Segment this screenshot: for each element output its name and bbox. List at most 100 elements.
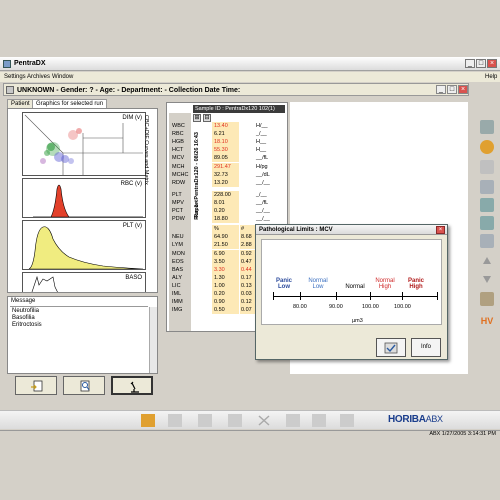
export-icon[interactable]: [141, 414, 155, 427]
axis-tick: [437, 292, 438, 300]
result-row[interactable]: PDW 18.80 __/__: [170, 215, 284, 224]
result-name: HGB: [172, 139, 184, 146]
result-row[interactable]: PLT 228.00 _/__: [170, 190, 284, 199]
result-row[interactable]: MCV 89.05 __/fL: [170, 154, 284, 163]
dialog-titlebar: Pathological Limits : MCV ×: [256, 225, 447, 235]
result-value: 3.30: [212, 265, 239, 274]
result-row[interactable]: MCH 291.47 H/pg: [170, 162, 284, 171]
message-item: Neutrofilia: [12, 308, 40, 314]
rbc-plot-label: RBC (v): [120, 181, 142, 187]
print-bottom-icon[interactable]: [228, 414, 242, 427]
child-close-button[interactable]: ×: [458, 85, 468, 94]
zone-label: Normal High: [375, 278, 395, 290]
axis-tick: [370, 292, 371, 300]
expand-button[interactable]: ⊞: [193, 114, 201, 122]
result-row[interactable]: HGB 18.10 H__: [170, 138, 284, 147]
result-value: 89.05: [212, 154, 239, 163]
cut-icon[interactable]: [257, 414, 271, 427]
result-abs-value: 0.13: [240, 281, 255, 290]
maximize-button[interactable]: □: [476, 59, 486, 68]
dialog-title: Pathological Limits : MCV: [259, 227, 333, 233]
print-icon[interactable]: [480, 180, 494, 194]
import-button[interactable]: [15, 376, 57, 395]
result-name: MCHC: [172, 171, 189, 178]
menu-archives[interactable]: Archives: [27, 74, 50, 80]
magnifier-icon: [80, 380, 90, 392]
collapse-button[interactable]: ⊟: [203, 114, 211, 122]
microscope-icon: [130, 381, 139, 393]
result-flag: H__: [256, 147, 267, 154]
baso-histogram: BASO: [22, 272, 146, 292]
result-abs-value: #: [240, 225, 255, 234]
close-button[interactable]: ×: [487, 59, 497, 68]
toolbar-document-icon[interactable]: [480, 120, 494, 134]
axis-tick: [273, 292, 274, 300]
baso-plot-label: BASO: [125, 275, 142, 281]
microscope-button[interactable]: [111, 376, 153, 395]
menu-window[interactable]: Window: [52, 74, 73, 80]
message-label: Message: [11, 298, 36, 304]
accept-icon[interactable]: [340, 414, 354, 427]
result-value: 64.90: [212, 233, 239, 242]
result-name: PLT: [172, 191, 182, 198]
result-name: MCH: [172, 163, 185, 170]
result-flag: H/__: [256, 123, 268, 129]
flask-icon[interactable]: [286, 414, 300, 427]
result-value: 21.50: [212, 241, 239, 250]
result-flag: __/fL: [256, 155, 269, 162]
message-item: Eritroctosis: [12, 322, 42, 328]
zone-panic-low: Panic Low: [274, 278, 294, 290]
scroll-up-icon[interactable]: [480, 254, 494, 268]
minimize-button[interactable]: _: [465, 59, 475, 68]
pathological-limits-dialog: Pathological Limits : MCV × Panic Low No…: [255, 224, 448, 360]
tab-patient[interactable]: Patient: [7, 99, 34, 108]
axis-tick: [402, 292, 403, 300]
result-row[interactable]: MCHC 32.73 __/dL: [170, 170, 284, 179]
columns-icon[interactable]: [480, 216, 494, 230]
result-flag: H/pg: [256, 163, 268, 170]
compare-icon[interactable]: [480, 198, 494, 212]
archive-icon[interactable]: [480, 292, 494, 306]
reject-icon[interactable]: [312, 414, 326, 427]
tab-graphics[interactable]: Graphics for selected run: [32, 99, 108, 108]
dialog-close-button[interactable]: ×: [436, 226, 445, 234]
result-flag: __/__: [256, 208, 270, 214]
edit-icon[interactable]: [480, 160, 494, 174]
help-icon[interactable]: [480, 140, 494, 154]
menu-settings[interactable]: Settings: [4, 74, 26, 80]
dialog-ok-button[interactable]: [376, 338, 406, 357]
result-name: PCT: [172, 208, 183, 214]
result-value: 32.73: [212, 170, 239, 179]
message-scrollbar[interactable]: [149, 307, 157, 373]
scroll-down-icon[interactable]: [480, 272, 494, 286]
result-name: NEU: [172, 234, 184, 241]
result-value: 18.10: [212, 138, 239, 147]
tick-value: 100.00: [362, 304, 379, 310]
dialog-info-button[interactable]: Info: [411, 338, 441, 357]
result-name: ALY: [172, 274, 182, 281]
horiba-abx-logo: HORIBAABX: [388, 414, 443, 425]
result-row[interactable]: HCT 55.30 H__: [170, 146, 284, 155]
curves-side-label: CBC+DIF Curves and Matrix: [143, 115, 149, 185]
child-minimize-button[interactable]: _: [436, 85, 446, 94]
save-icon[interactable]: [198, 414, 212, 427]
result-row[interactable]: WBC 13.40 H/__: [170, 122, 284, 130]
result-row[interactable]: PCT 0.20 __/__: [170, 207, 284, 215]
result-row[interactable]: MPV 8.01 __/fL: [170, 198, 284, 207]
result-row[interactable]: RBC 6.21 _/__: [170, 130, 284, 139]
grid-icon[interactable]: [480, 234, 494, 248]
result-row[interactable]: RDW 13.20 __/__: [170, 178, 284, 187]
result-name: HCT: [172, 147, 184, 154]
patient-header: UNKNOWN - Gender: ? - Age: - Department:…: [3, 83, 469, 96]
child-restore-button[interactable]: □: [447, 85, 457, 94]
result-name: MCV: [172, 155, 185, 162]
menu-help[interactable]: Help: [485, 74, 497, 80]
zone-normal-high: Normal High: [374, 278, 396, 290]
result-name: RDW: [172, 179, 186, 186]
hv-icon[interactable]: HV: [480, 314, 494, 328]
validate-icon[interactable]: [168, 414, 182, 427]
search-sample-button[interactable]: [63, 376, 105, 395]
result-value: 291.47: [212, 162, 239, 171]
zone-label: Panic Low: [275, 278, 292, 290]
result-abs-value: 0.07: [240, 306, 255, 315]
